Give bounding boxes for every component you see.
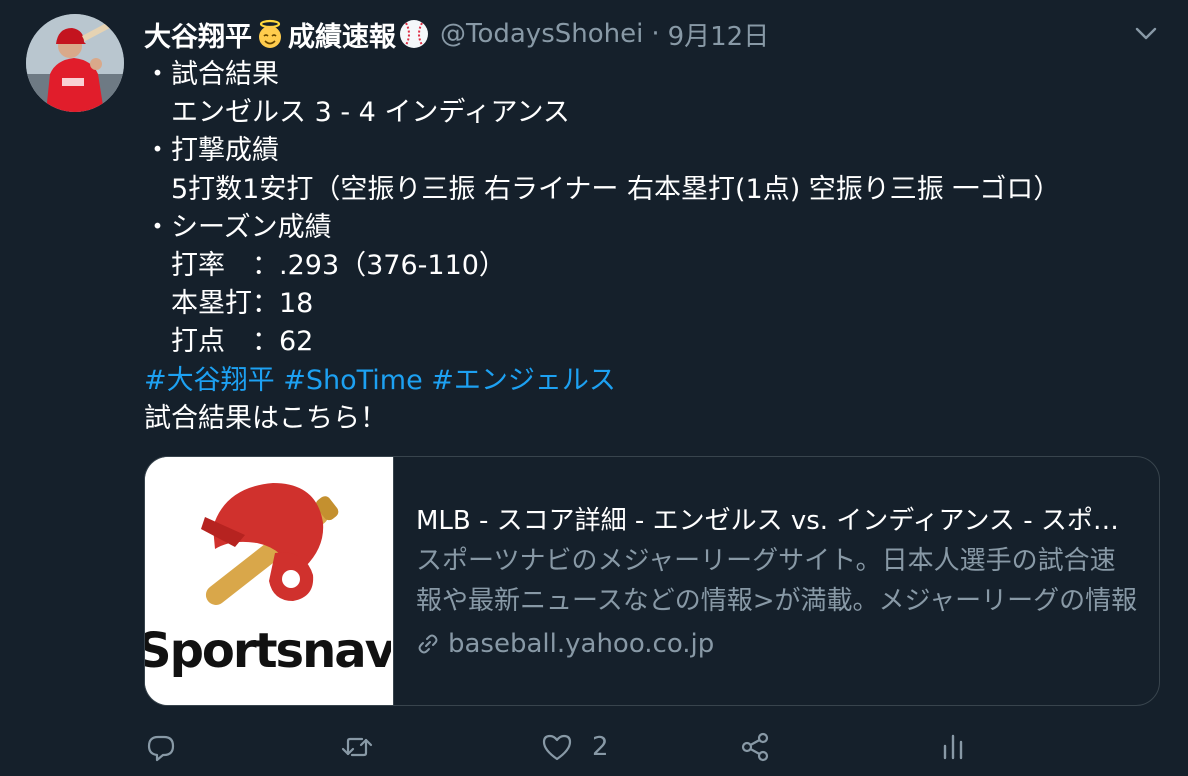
tweet-date[interactable]: 9月12日 xyxy=(668,16,770,53)
hashtag-angels[interactable]: #エンジェルス xyxy=(431,365,616,396)
link-icon xyxy=(418,634,438,654)
action-bar: 2 xyxy=(144,724,974,770)
body-line-batting-detail: 5打数1安打（空振り三振 右ライナー 右本塁打(1点) 空振り三振 一ゴロ） xyxy=(144,173,1061,205)
tweet-header: 大谷翔平 成績速報 @TodaysShohei · 9月12日 xyxy=(144,14,769,54)
body-line-score: エンゼルス 3 - 4 インディアンス xyxy=(144,97,570,129)
link-card[interactable]: Sportsnavi MLB - スコア詳細 - エンゼルス vs. インディア… xyxy=(144,456,1160,706)
avatar[interactable] xyxy=(26,14,124,112)
share-button[interactable] xyxy=(738,724,772,770)
card-description: スポーツナビのメジャーリーグサイト。日本人選手の試合速報や最新ニュースなどの情報… xyxy=(416,546,1138,616)
body-line-results-heading: ・試合結果 xyxy=(144,59,279,90)
card-image: Sportsnavi xyxy=(145,457,410,705)
sportsnavi-logo: Sportsnavi xyxy=(145,457,410,705)
card-title[interactable]: MLB - スコア詳細 - エンゼルス vs. インディアンス - スポーツナビ xyxy=(416,501,1140,541)
analytics-icon xyxy=(943,734,963,760)
reply-icon xyxy=(147,735,175,762)
like-count: 2 xyxy=(592,732,609,762)
display-name-suffix[interactable]: 成績速報 xyxy=(288,15,396,54)
chevron-down-icon[interactable] xyxy=(1132,20,1160,48)
card-domain: baseball.yahoo.co.jp xyxy=(416,621,1139,667)
handle[interactable]: @TodaysShohei xyxy=(440,19,643,49)
avatar-image xyxy=(26,14,124,112)
tweet[interactable]: 大谷翔平 成績速報 @TodaysShohei · 9月12日 ・試合結果 エン… xyxy=(0,0,1188,776)
angel-emoji-icon xyxy=(259,19,281,48)
retweet-icon xyxy=(341,737,373,757)
body-line-rbi: 打点 ：62 xyxy=(144,326,314,358)
retweet-button[interactable] xyxy=(340,724,392,770)
hashtag-line: #大谷翔平 #ShoTime #エンジェルス xyxy=(144,362,1164,400)
hashtag-shotime[interactable]: #ShoTime xyxy=(283,365,422,396)
share-icon xyxy=(741,732,769,762)
body-line-batting-heading: ・打撃成績 xyxy=(144,135,279,167)
separator-dot: · xyxy=(651,19,660,49)
body-line-season-heading: ・シーズン成績 xyxy=(144,211,332,243)
body-line-closing: 試合結果はこちら！ xyxy=(144,402,387,434)
like-button[interactable]: 2 xyxy=(540,724,609,770)
analytics-button[interactable] xyxy=(936,724,970,770)
reply-button[interactable] xyxy=(144,724,196,770)
tweet-body: ・試合結果 エンゼルス 3 - 4 インディアンス ・打撃成績 5打数1安打（空… xyxy=(144,56,1164,438)
like-icon xyxy=(542,734,572,761)
body-line-average: 打率 ：.293（376-110） xyxy=(144,249,506,281)
body-line-home-runs: 本塁打：18 xyxy=(144,288,314,320)
display-name[interactable]: 大谷翔平 xyxy=(144,15,252,54)
sportsnavi-wordmark: Sportsnavi xyxy=(145,623,391,679)
card-text: MLB - スコア詳細 - エンゼルス vs. インディアンス - スポーツナビ… xyxy=(394,457,1159,705)
card-domain-text: baseball.yahoo.co.jp xyxy=(448,629,715,659)
baseball-emoji-icon xyxy=(400,20,428,48)
hashtag-ohtani[interactable]: #大谷翔平 xyxy=(144,365,275,396)
